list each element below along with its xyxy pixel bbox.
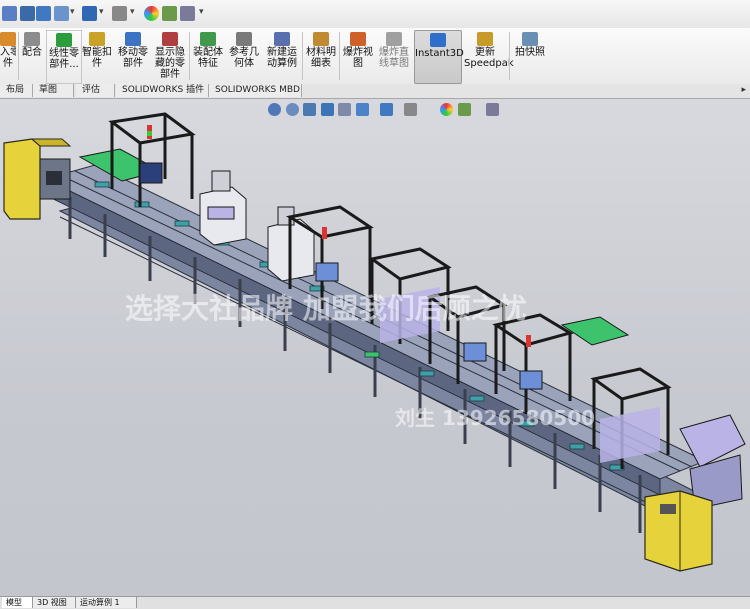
- snapshot-icon: [522, 32, 538, 46]
- linear-pattern-icon: [56, 33, 72, 47]
- mate-button[interactable]: 配合: [20, 30, 44, 82]
- left-yellow-cabinet: [3, 138, 41, 220]
- graphics-area[interactable]: 选择大社品牌 加盟我们后顾之忧 刘生 13926580500: [0, 99, 750, 596]
- top-toolbar: ▾ ▾ ▾ ▾: [0, 0, 750, 29]
- new-motion-study-button[interactable]: 新建运 动算例: [264, 30, 300, 82]
- assembly-model: [3, 112, 746, 572]
- color-wheel-icon[interactable]: [144, 6, 159, 21]
- move-component-icon: [125, 32, 141, 46]
- chevron-down-icon[interactable]: ▾: [130, 7, 135, 17]
- ribbon-separator: [509, 32, 510, 80]
- reference-geometry-icon: [236, 32, 252, 46]
- tab-sketch[interactable]: 草图: [33, 84, 74, 97]
- show-hidden-button[interactable]: 显示隐 藏的零 部件: [153, 30, 187, 82]
- insert-components-icon: [0, 32, 16, 46]
- exploded-view-button[interactable]: 爆炸视 图: [341, 30, 375, 82]
- chevron-down-icon[interactable]: ▾: [99, 7, 104, 17]
- edit-appearance-icon[interactable]: [112, 6, 127, 21]
- tab-3d-views[interactable]: 3D 视图: [33, 597, 76, 608]
- tab-motion-study[interactable]: 运动算例 1: [76, 597, 137, 608]
- exploded-view-icon: [350, 32, 366, 46]
- right-cabinet-box: [660, 504, 676, 514]
- ribbon-separator: [189, 32, 190, 80]
- watermark-line-2: 刘生 13926580500: [395, 406, 596, 430]
- watermark-line-1: 选择大社品牌 加盟我们后顾之忧: [125, 292, 527, 325]
- ribbon-separator: [339, 32, 340, 80]
- assembly-features-button[interactable]: 装配体 特征: [192, 30, 224, 82]
- tab-solidworks-addins[interactable]: SOLIDWORKS 插件: [116, 84, 209, 97]
- smart-fasteners-button[interactable]: 智能扣 件: [82, 30, 112, 82]
- conveyor-side: [44, 178, 661, 496]
- view-cube-icon[interactable]: [82, 6, 97, 21]
- view-orientation-icon[interactable]: [2, 6, 17, 21]
- machine-2-head: [211, 170, 231, 192]
- station-4-monitor: [315, 262, 339, 282]
- speedpak-icon: [477, 32, 493, 46]
- show-hidden-icon: [162, 32, 178, 46]
- display-style-icon[interactable]: [36, 6, 51, 21]
- ribbon-separator: [302, 32, 303, 80]
- chevron-down-icon[interactable]: ▾: [70, 7, 75, 17]
- collapse-arrow-icon[interactable]: ▸: [741, 85, 746, 95]
- explode-line-sketch-icon: [386, 32, 402, 46]
- command-manager-ribbon: 入零 件 配合 线性零 部件... 智能扣 件 移动零 部件 显示隐 藏的零 部…: [0, 28, 750, 85]
- smart-fasteners-icon: [89, 32, 105, 46]
- snapshot-button[interactable]: 拍快照: [512, 30, 548, 82]
- hide-show-icon[interactable]: [54, 6, 69, 21]
- bom-icon: [313, 32, 329, 46]
- tab-model[interactable]: 模型: [2, 597, 33, 608]
- station-7-monitor: [519, 370, 543, 390]
- command-tabs: 布局 草图 评估 SOLIDWORKS 插件 SOLIDWORKS MBD ▸: [0, 84, 750, 99]
- station-6-monitor: [463, 342, 487, 362]
- bom-button[interactable]: 材料明 细表: [304, 30, 338, 82]
- green-table-right: [560, 316, 630, 346]
- move-component-button[interactable]: 移动零 部件: [116, 30, 150, 82]
- tab-layout[interactable]: 布局: [0, 84, 33, 97]
- new-motion-study-icon: [274, 32, 290, 46]
- scene-icon[interactable]: [162, 6, 177, 21]
- tab-evaluate[interactable]: 评估: [76, 84, 115, 97]
- instant3d-icon: [430, 33, 446, 47]
- assembly-features-icon: [200, 32, 216, 46]
- ribbon-separator: [18, 32, 19, 80]
- left-drive-motor: [46, 171, 62, 185]
- insert-components-button[interactable]: 入零 件: [0, 30, 16, 82]
- linear-pattern-button[interactable]: 线性零 部件...: [46, 30, 82, 84]
- instant3d-button[interactable]: Instant3D: [414, 30, 464, 84]
- display-settings-icon[interactable]: [180, 6, 195, 21]
- section-view-icon[interactable]: [20, 6, 35, 21]
- update-speedpak-button[interactable]: 更新 Speedpak: [464, 30, 514, 82]
- explode-line-sketch-button[interactable]: 爆炸直 线草图: [377, 30, 411, 82]
- chevron-down-icon[interactable]: ▾: [199, 7, 204, 17]
- station-1-monitor: [139, 162, 163, 184]
- right-yellow-cabinet: [644, 490, 713, 572]
- reference-geometry-button[interactable]: 参考几 何体: [227, 30, 261, 82]
- mate-icon: [24, 32, 40, 46]
- tab-solidworks-mbd[interactable]: SOLIDWORKS MBD: [209, 84, 302, 97]
- bottom-tabs: 模型 3D 视图 运动算例 1: [0, 596, 750, 609]
